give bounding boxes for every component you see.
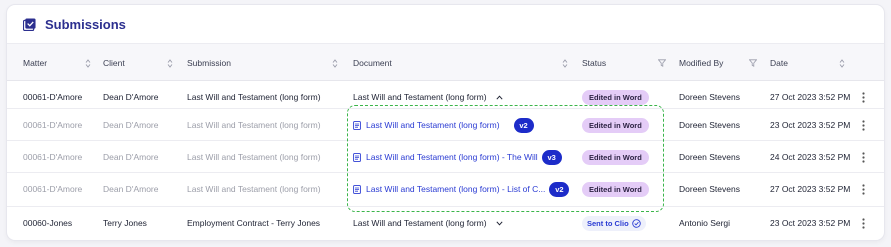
status-badge: Edited in Word [582, 149, 649, 165]
date-cell: 23 Oct 2023 3:52 PM [770, 120, 851, 130]
matter-cell: 00060-Jones [23, 218, 73, 228]
document-icon [353, 152, 361, 162]
client-cell: Dean D'Amore [103, 184, 159, 194]
matter-cell: 00061-D'Amore [23, 152, 83, 162]
more-options-icon[interactable] [858, 207, 868, 239]
page-title: Submissions [45, 16, 126, 32]
document-name: Last Will and Testament (long form) - Th… [366, 152, 538, 162]
version-badge: v2 [513, 117, 534, 133]
document-cell[interactable]: Last Will and Testament (long form) [353, 207, 503, 239]
version-badge: v2 [549, 181, 570, 197]
date-cell: 27 Oct 2023 3:52 PM [770, 184, 851, 194]
version-badge: v3 [541, 149, 562, 165]
status-cell: Edited in Word [582, 141, 649, 173]
status-badge: Edited in Word [582, 117, 649, 133]
document-name: Last Will and Testament (long form) [353, 92, 487, 102]
sort-icon[interactable] [167, 44, 173, 82]
col-header-modified-by[interactable]: Modified By [679, 44, 723, 82]
status-cell: Sent to Clio [582, 207, 646, 239]
document-link[interactable]: Last Will and Testament (long form) - Li… [353, 173, 570, 205]
more-options-icon[interactable] [858, 141, 868, 173]
col-header-date[interactable]: Date [770, 44, 788, 82]
modified-by-cell: Doreen Stevens [679, 152, 740, 162]
status-badge: Edited in Word [582, 181, 649, 197]
col-header-matter[interactable]: Matter [23, 44, 47, 82]
col-header-status[interactable]: Status [582, 44, 606, 82]
modified-by-cell: Doreen Stevens [679, 120, 740, 130]
status-cell: Edited in Word [582, 173, 649, 205]
document-link[interactable]: Last Will and Testament (long form) - Th… [353, 141, 562, 173]
more-options-icon[interactable] [858, 173, 868, 205]
document-icon [353, 120, 361, 130]
submission-cell: Last Will and Testament (long form) [187, 152, 321, 162]
status-label: Sent to Clio [587, 218, 629, 228]
table-row[interactable]: 00061-D'Amore Dean D'Amore Last Will and… [7, 108, 884, 140]
client-cell: Dean D'Amore [103, 152, 159, 162]
more-options-icon[interactable] [858, 109, 868, 141]
document-name: Last Will and Testament (long form) - Li… [366, 184, 546, 194]
matter-cell: 00061-D'Amore [23, 184, 83, 194]
client-cell: Terry Jones [103, 218, 147, 228]
submission-cell: Employment Contract - Terry Jones [187, 218, 321, 228]
document-icon [353, 184, 361, 194]
sort-icon[interactable] [562, 44, 568, 82]
chevron-down-icon[interactable] [495, 220, 503, 226]
table-row[interactable]: 00061-D'Amore Dean D'Amore Last Will and… [7, 172, 884, 204]
sort-icon[interactable] [839, 44, 845, 82]
submissions-card: Submissions Matter Client Submission Doc… [7, 5, 884, 240]
sort-icon[interactable] [85, 44, 91, 82]
status-cell: Edited in Word [582, 109, 649, 141]
date-cell: 24 Oct 2023 3:52 PM [770, 152, 851, 162]
card-header: Submissions [7, 5, 884, 43]
modified-by-cell: Antonio Sergi [679, 218, 731, 228]
modified-by-cell: Doreen Stevens [679, 184, 740, 194]
submission-cell: Last Will and Testament (long form) [187, 120, 321, 130]
document-name: Last Will and Testament (long form) [366, 120, 500, 130]
sort-icon[interactable] [332, 44, 338, 82]
chevron-up-icon[interactable] [495, 94, 503, 100]
submission-cell: Last Will and Testament (long form) [187, 184, 321, 194]
check-circle-icon [631, 218, 641, 228]
filter-icon[interactable] [658, 44, 666, 82]
col-header-client[interactable]: Client [103, 44, 125, 82]
status-badge: Edited in Word [582, 89, 649, 105]
document-link[interactable]: Last Will and Testament (long form) v2 [353, 109, 534, 141]
status-badge: Sent to Clio [582, 215, 646, 231]
filter-icon[interactable] [749, 44, 757, 82]
table-row[interactable]: 00060-Jones Terry Jones Employment Contr… [7, 206, 884, 238]
matter-cell: 00061-D'Amore [23, 120, 83, 130]
date-cell: 23 Oct 2023 3:52 PM [770, 218, 851, 228]
table-header: Matter Client Submission Document Status… [7, 43, 884, 81]
col-header-submission[interactable]: Submission [187, 44, 231, 82]
document-name: Last Will and Testament (long form) [353, 218, 487, 228]
col-header-document[interactable]: Document [353, 44, 392, 82]
table-row[interactable]: 00061-D'Amore Dean D'Amore Last Will and… [7, 140, 884, 172]
client-cell: Dean D'Amore [103, 120, 159, 130]
checkbox-checked-icon [23, 17, 36, 31]
